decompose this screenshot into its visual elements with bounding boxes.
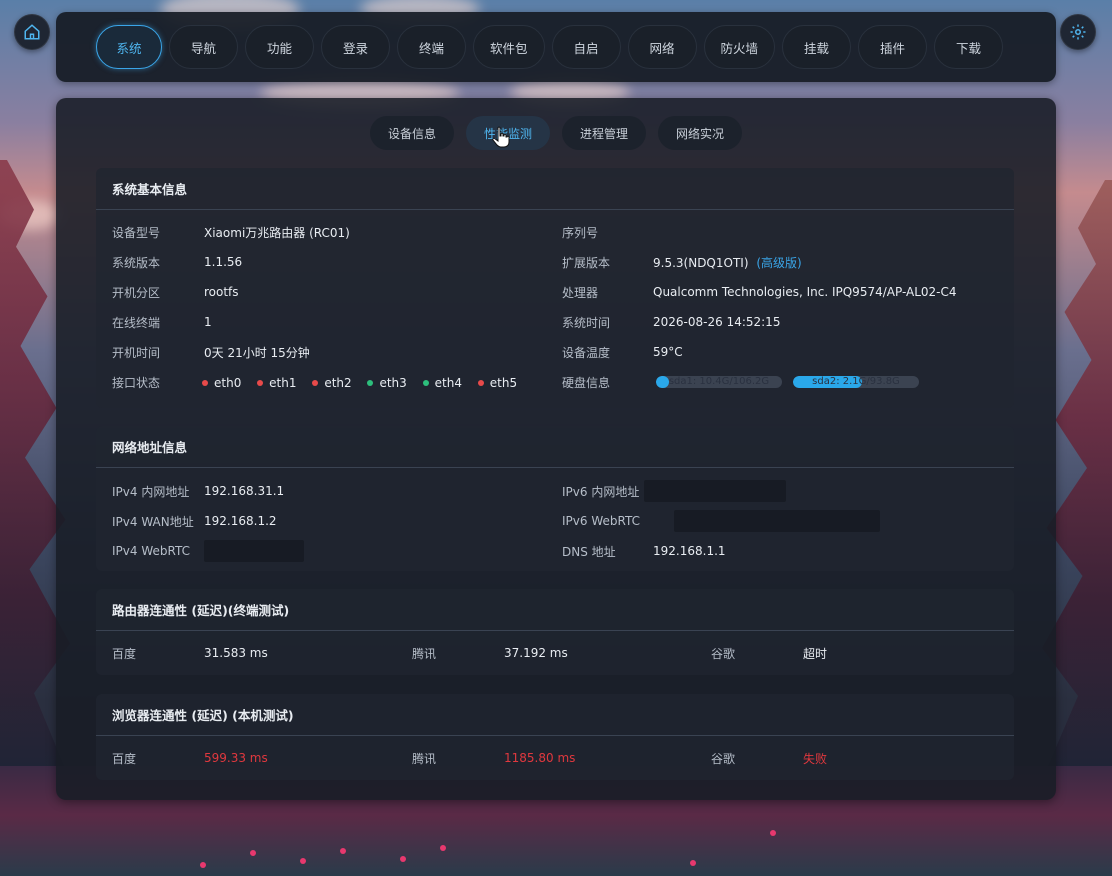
port-eth0: eth0 [202, 376, 241, 390]
nav-tab-login[interactable]: 登录 [321, 25, 390, 69]
latency-label-baidu: 百度 [112, 751, 137, 766]
field-label: 接口状态 [112, 375, 161, 390]
nav-tab-packages[interactable]: 软件包 [473, 25, 545, 69]
port-eth2: eth2 [312, 376, 352, 390]
disk-usage-bar-sda2: sda2: 2.1G/93.8G [793, 376, 919, 388]
ipv4-lan-value: 192.168.31.1 [204, 484, 285, 498]
device-temperature-value: 59°C [653, 345, 683, 359]
masked-value [674, 510, 880, 532]
port-eth4: eth4 [422, 376, 462, 390]
main-panel: 设备信息 性能监测 进程管理 网络实况 系统基本信息 设备型号 Xiaomi万兆… [56, 98, 1056, 800]
system-version-value: 1.1.56 [204, 255, 243, 269]
port-status-list: eth0 eth1 eth2 eth3 eth4 eth5 [202, 375, 529, 390]
online-clients-value: 1 [204, 315, 212, 329]
nav-tab-plugins[interactable]: 插件 [858, 25, 928, 69]
settings-button[interactable] [1060, 14, 1096, 50]
field-label: 硬盘信息 [562, 375, 611, 390]
hand-pointer-icon [492, 126, 510, 148]
nav-tab-download[interactable]: 下载 [934, 25, 1004, 69]
nav-tab-firewall[interactable]: 防火墙 [703, 25, 776, 69]
field-label: IPv6 WebRTC [562, 514, 640, 528]
card-title: 系统基本信息 [96, 168, 1014, 210]
card-title: 路由器连通性 (延迟)(终端测试) [96, 589, 1014, 631]
latency-label-tencent: 腾讯 [412, 751, 437, 766]
field-label: 系统版本 [112, 255, 161, 270]
advanced-edition-link[interactable]: (高级版) [756, 256, 801, 270]
latency-label-tencent: 腾讯 [412, 646, 437, 661]
latency-value-baidu: 599.33 ms [204, 751, 268, 765]
latency-label-baidu: 百度 [112, 646, 137, 661]
latency-value-google: 失败 [803, 751, 828, 766]
nav-tab-terminal[interactable]: 终端 [397, 25, 466, 69]
subtab-processes[interactable]: 进程管理 [562, 116, 647, 150]
nav-tab-features[interactable]: 功能 [245, 25, 314, 69]
field-label: IPv4 WAN地址 [112, 514, 194, 529]
home-icon [24, 24, 40, 40]
browser-latency-card: 浏览器连通性 (延迟) (本机测试) 百度 599.33 ms 腾讯 1185.… [96, 694, 1014, 780]
card-title: 网络地址信息 [96, 426, 1014, 468]
boot-partition-value: rootfs [204, 285, 239, 299]
masked-value [204, 540, 304, 562]
device-model-value: Xiaomi万兆路由器 (RC01) [204, 225, 350, 240]
network-info-card: 网络地址信息 IPv4 内网地址 192.168.31.1 IPv4 WAN地址… [96, 426, 1014, 571]
sub-tabs: 设备信息 性能监测 进程管理 网络实况 [56, 116, 1056, 150]
field-label: IPv4 内网地址 [112, 484, 190, 499]
top-navigation: 系统 导航 功能 登录 终端 软件包 自启 网络 防火墙 挂载 插件 下载 [56, 12, 1056, 82]
field-label: IPv4 WebRTC [112, 544, 190, 558]
field-label: 处理器 [562, 285, 599, 300]
latency-label-google: 谷歌 [711, 751, 736, 766]
dns-address-value: 192.168.1.1 [653, 544, 726, 558]
uptime-value: 0天 21小时 15分钟 [204, 345, 310, 360]
subtab-network-live[interactable]: 网络实况 [658, 116, 743, 150]
system-info-card: 系统基本信息 设备型号 Xiaomi万兆路由器 (RC01) 系统版本 1.1.… [96, 168, 1014, 408]
latency-value-google: 超时 [803, 646, 828, 661]
port-eth3: eth3 [367, 376, 407, 390]
nav-tab-autostart[interactable]: 自启 [551, 25, 621, 69]
subtab-device-info[interactable]: 设备信息 [369, 116, 454, 150]
field-label: 在线终端 [112, 315, 161, 330]
latency-value-tencent: 1185.80 ms [504, 751, 576, 765]
nav-tab-navigation[interactable]: 导航 [169, 25, 238, 69]
processor-value: Qualcomm Technologies, Inc. IPQ9574/AP-A… [653, 285, 957, 299]
card-title: 浏览器连通性 (延迟) (本机测试) [96, 694, 1014, 736]
field-label: 序列号 [562, 225, 599, 240]
disk-usage-fill [656, 376, 669, 388]
port-eth5: eth5 [477, 376, 517, 390]
nav-tab-network[interactable]: 网络 [627, 25, 697, 69]
latency-value-tencent: 37.192 ms [504, 646, 568, 660]
nav-tab-mount[interactable]: 挂载 [782, 25, 852, 69]
system-time-value: 2026-08-26 14:52:15 [653, 315, 781, 329]
port-eth1: eth1 [257, 376, 296, 390]
field-label: DNS 地址 [562, 544, 616, 559]
latency-label-google: 谷歌 [711, 646, 736, 661]
latency-value-baidu: 31.583 ms [204, 646, 268, 660]
gear-icon [1070, 24, 1086, 40]
field-label: IPv6 内网地址 [562, 484, 640, 499]
field-label: 设备温度 [562, 345, 611, 360]
field-label: 开机时间 [112, 345, 161, 360]
extension-version-value: 9.5.3(NDQ1OTI) (高级版) [653, 255, 802, 270]
home-button[interactable] [14, 14, 50, 50]
field-label: 开机分区 [112, 285, 161, 300]
field-label: 设备型号 [112, 225, 161, 240]
field-label: 扩展版本 [562, 255, 611, 270]
nav-tab-system[interactable]: 系统 [96, 25, 162, 69]
field-label: 系统时间 [562, 315, 611, 330]
masked-value [644, 480, 786, 502]
disk-usage-bar-sda1: sda1: 10.4G/106.2G [656, 376, 782, 388]
router-latency-card: 路由器连通性 (延迟)(终端测试) 百度 31.583 ms 腾讯 37.192… [96, 589, 1014, 675]
ipv4-wan-value: 192.168.1.2 [204, 514, 277, 528]
